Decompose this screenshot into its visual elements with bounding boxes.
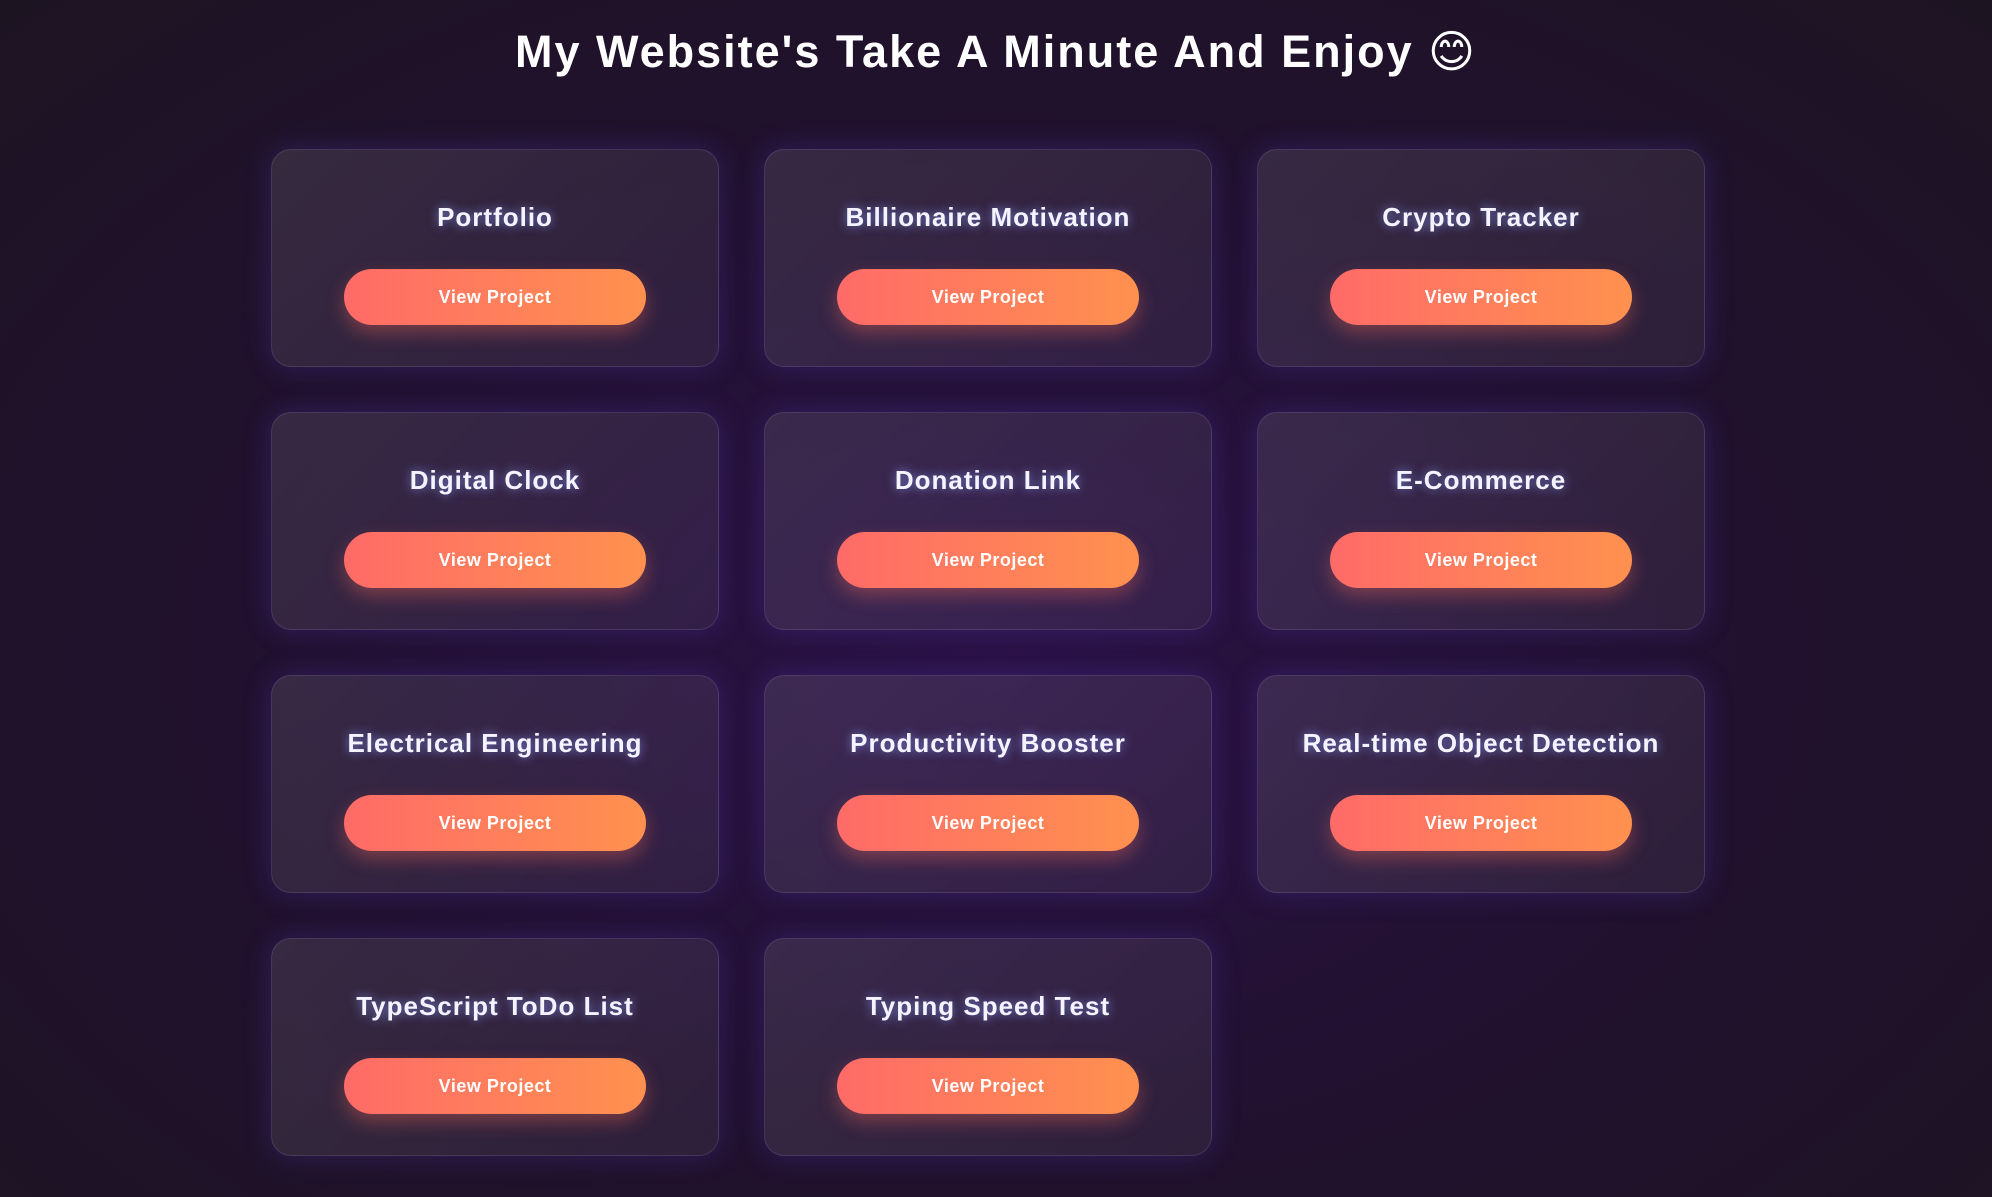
view-project-button[interactable]: View Project bbox=[837, 532, 1139, 588]
project-title: Crypto Tracker bbox=[1382, 202, 1580, 232]
project-title: Portfolio bbox=[437, 202, 553, 232]
project-card: Electrical Engineering View Project bbox=[271, 675, 719, 893]
view-project-button[interactable]: View Project bbox=[837, 795, 1139, 851]
project-title: Typing Speed Test bbox=[865, 991, 1111, 1021]
project-title: TypeScript ToDo List bbox=[356, 991, 634, 1021]
page-title: My Website's Take A Minute And Enjoy 😊 bbox=[514, 26, 1478, 77]
project-grid: Portfolio View Project Billionaire Motiv… bbox=[271, 149, 1705, 1156]
view-project-button[interactable]: View Project bbox=[837, 1058, 1139, 1114]
view-project-button[interactable]: View Project bbox=[1330, 532, 1632, 588]
project-title: Electrical Engineering bbox=[347, 728, 643, 758]
view-project-button[interactable]: View Project bbox=[344, 795, 646, 851]
project-title: Real-time Object Detection bbox=[1302, 728, 1660, 758]
view-project-button[interactable]: View Project bbox=[1330, 269, 1632, 325]
project-card: Digital Clock View Project bbox=[271, 412, 719, 630]
project-card: Typing Speed Test View Project bbox=[764, 938, 1212, 1156]
view-project-button[interactable]: View Project bbox=[344, 269, 646, 325]
project-card: E-Commerce View Project bbox=[1257, 412, 1705, 630]
project-card: Billionaire Motivation View Project bbox=[764, 149, 1212, 367]
project-card: Donation Link View Project bbox=[764, 412, 1212, 630]
project-title: E-Commerce bbox=[1395, 465, 1567, 495]
project-card: Portfolio View Project bbox=[271, 149, 719, 367]
project-title: Digital Clock bbox=[409, 465, 581, 495]
project-card: Productivity Booster View Project bbox=[764, 675, 1212, 893]
project-title: Billionaire Motivation bbox=[845, 202, 1131, 232]
view-project-button[interactable]: View Project bbox=[344, 1058, 646, 1114]
view-project-button[interactable]: View Project bbox=[344, 532, 646, 588]
view-project-button[interactable]: View Project bbox=[1330, 795, 1632, 851]
project-title: Productivity Booster bbox=[850, 728, 1126, 758]
project-card: TypeScript ToDo List View Project bbox=[271, 938, 719, 1156]
project-card: Real-time Object Detection View Project bbox=[1257, 675, 1705, 893]
project-title: Donation Link bbox=[894, 465, 1082, 495]
view-project-button[interactable]: View Project bbox=[837, 269, 1139, 325]
project-card: Crypto Tracker View Project bbox=[1257, 149, 1705, 367]
